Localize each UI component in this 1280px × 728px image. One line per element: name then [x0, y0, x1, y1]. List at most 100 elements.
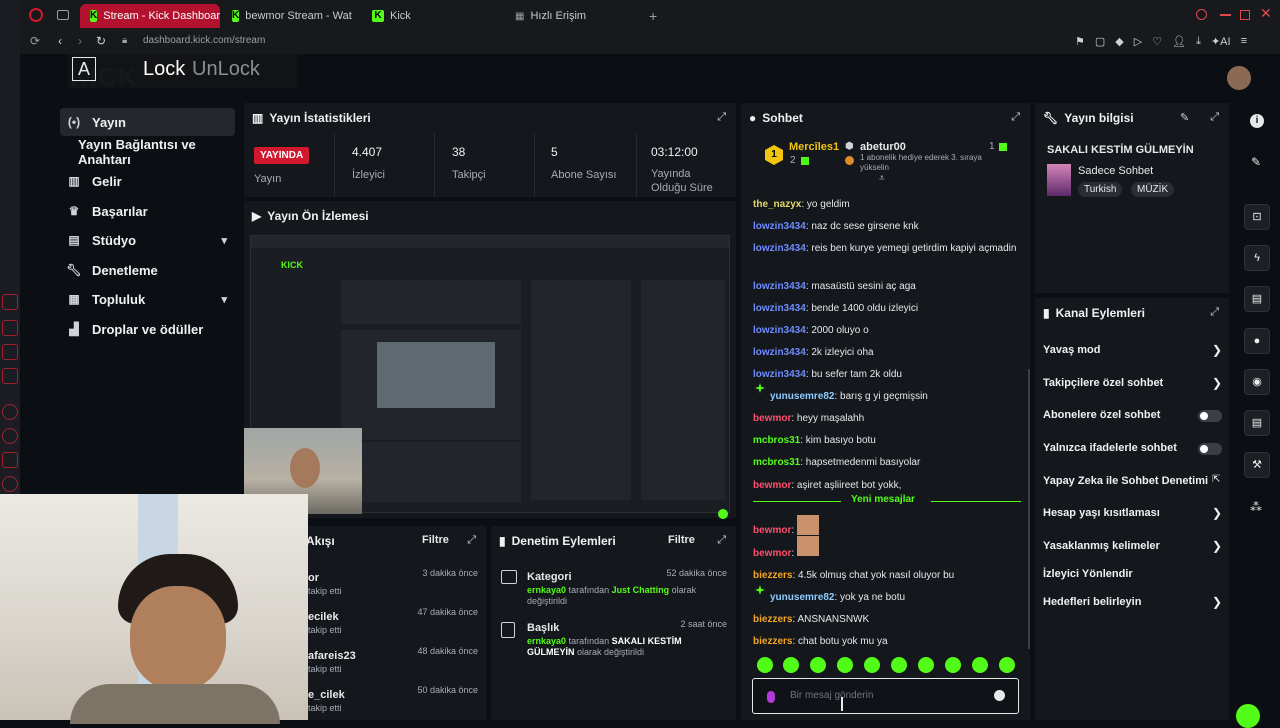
category-name[interactable]: Sadece Sohbet: [1078, 165, 1153, 177]
refresh-icon[interactable]: ↻: [96, 34, 106, 48]
reload-icon[interactable]: ⟳: [30, 34, 40, 48]
shield-icon[interactable]: ◆: [1115, 35, 1123, 48]
quick-emote-icon[interactable]: [810, 657, 826, 673]
play-icon[interactable]: ▷: [1134, 35, 1142, 48]
snapshot-icon[interactable]: ▢: [1095, 35, 1105, 48]
popout-icon[interactable]: ⤢: [1210, 111, 1219, 124]
popout-icon[interactable]: ⤢: [717, 111, 726, 124]
account-age-item[interactable]: Hesap yaşı kısıtlaması: [1043, 507, 1223, 519]
tab-kick[interactable]: K Kick: [362, 4, 502, 28]
activity-user[interactable]: e_cilek: [308, 689, 345, 701]
download-icon[interactable]: ⤓: [1196, 35, 1201, 48]
chat-username[interactable]: the_nazyx: [753, 199, 801, 210]
chat-username[interactable]: mcbros31: [753, 457, 800, 468]
tab-speed-dial[interactable]: ▦ Hızlı Erişim: [505, 4, 645, 28]
chat-username[interactable]: bewmor: [753, 413, 791, 424]
sidebar-app-icon[interactable]: [2, 404, 18, 420]
sidebar-item-denetleme[interactable]: 🔧︎ Denetleme: [60, 256, 235, 284]
tab-bewmor-stream[interactable]: K bewmor Stream - Wat: [222, 4, 358, 28]
emotes-only-item[interactable]: Yalnızca ifadelerle sohbet: [1043, 442, 1223, 454]
chat-username[interactable]: bewmor: [753, 548, 791, 559]
microphone-icon[interactable]: [767, 691, 775, 703]
activity-user[interactable]: ecilek: [308, 611, 339, 623]
moderation-actor[interactable]: ernkaya0: [527, 585, 566, 595]
raid-item[interactable]: İzleyici Yönlendir: [1043, 568, 1223, 580]
chat-username[interactable]: lowzin3434: [753, 325, 806, 336]
info-icon[interactable]: i: [1250, 114, 1264, 128]
rail-nodes-icon[interactable]: ⁂: [1250, 500, 1262, 514]
chat-scrollbar[interactable]: [1028, 369, 1030, 649]
chat-username[interactable]: lowzin3434: [753, 243, 806, 254]
opera-logo-icon[interactable]: [29, 8, 43, 22]
chat-username[interactable]: lowzin3434: [753, 221, 806, 232]
sidebar-app-icon[interactable]: [2, 294, 18, 310]
search-tabs-icon[interactable]: [1196, 9, 1207, 20]
goals-item[interactable]: Hedefleri belirleyin: [1043, 596, 1223, 608]
new-tab-button[interactable]: +: [649, 8, 657, 24]
filter-button[interactable]: Filtre: [422, 534, 449, 546]
chevron-right-icon[interactable]: ❯: [1212, 539, 1222, 553]
external-link-icon[interactable]: ⇱: [1212, 474, 1220, 485]
settings-icon[interactable]: [2, 476, 18, 492]
popout-icon[interactable]: ⤢: [717, 534, 726, 547]
ai-icon[interactable]: ✦AI: [1211, 35, 1231, 48]
edit-icon[interactable]: ✎: [1180, 111, 1189, 124]
chat-username[interactable]: biezzers: [753, 636, 792, 647]
popout-icon[interactable]: ⤢: [1011, 111, 1020, 124]
sidebar-app-icon[interactable]: [2, 320, 18, 336]
tab-overview-icon[interactable]: [57, 10, 69, 20]
sidebar-item-studyo[interactable]: ▤ Stüdyo ▾: [60, 226, 235, 254]
activity-user[interactable]: afareis23: [308, 650, 356, 662]
forward-icon[interactable]: ›: [78, 34, 82, 48]
rail-broadcast-icon[interactable]: ◉: [1244, 369, 1270, 395]
chat-username[interactable]: lowzin3434: [753, 369, 806, 380]
close-window-button[interactable]: ✕: [1260, 5, 1272, 22]
avatar[interactable]: [1227, 66, 1251, 90]
rail-list-icon[interactable]: ▤: [1244, 410, 1270, 436]
chat-username[interactable]: lowzin3434: [753, 281, 806, 292]
sidebar-item-droplar[interactable]: ▟ Droplar ve ödüller: [60, 315, 235, 343]
profile-icon[interactable]: 👤︎: [1172, 35, 1186, 48]
emotes-only-toggle[interactable]: [1198, 443, 1222, 455]
new-messages-divider[interactable]: Yeni mesajlar: [753, 494, 1021, 508]
help-bubble-icon[interactable]: [1236, 704, 1260, 728]
slow-mode-item[interactable]: Yavaş mod: [1043, 344, 1223, 356]
quick-emote-icon[interactable]: [891, 657, 907, 673]
edit-layout-icon[interactable]: ✎: [1251, 155, 1261, 169]
quick-emote-icon[interactable]: [918, 657, 934, 673]
quick-emote-icon[interactable]: [972, 657, 988, 673]
rail-chat-icon[interactable]: ●: [1244, 328, 1270, 354]
chat-username[interactable]: biezzers: [753, 614, 792, 625]
top-gifter-name[interactable]: abetur00: [860, 141, 906, 153]
top-gifter-name[interactable]: Mercîles1: [789, 141, 839, 153]
chat-input[interactable]: Bir mesaj gönderin: [752, 678, 1019, 714]
chevron-right-icon[interactable]: ❯: [1212, 376, 1222, 390]
lock-icon[interactable]: 🔒︎: [122, 35, 127, 46]
ai-moderation-item[interactable]: Yapay Zeka ile Sohbet Denetimi: [1043, 475, 1223, 487]
chevron-right-icon[interactable]: ❯: [1212, 506, 1222, 520]
popout-icon[interactable]: ⤢: [1210, 306, 1219, 319]
chat-username[interactable]: bewmor: [753, 525, 791, 536]
chat-username[interactable]: yunusemre82: [770, 391, 834, 402]
rail-document-icon[interactable]: ▤: [1244, 286, 1270, 312]
history-icon[interactable]: [2, 428, 18, 444]
minimize-button[interactable]: [1220, 14, 1231, 16]
followers-only-item[interactable]: Takipçilere özel sohbet: [1043, 377, 1223, 389]
sidebar-app-icon[interactable]: [2, 452, 18, 468]
chat-username[interactable]: mcbros31: [753, 435, 800, 446]
chat-username[interactable]: biezzers: [753, 570, 792, 581]
back-icon[interactable]: ‹: [58, 34, 62, 48]
sidebar-item-gelir[interactable]: ▥ Gelir: [60, 167, 235, 195]
heart-icon[interactable]: ♡: [1152, 35, 1162, 48]
chat-username[interactable]: bewmor: [753, 480, 791, 491]
emoji-icon[interactable]: [994, 690, 1005, 701]
banned-words-item[interactable]: Yasaklanmış kelimeler: [1043, 540, 1223, 552]
quick-emote-icon[interactable]: [864, 657, 880, 673]
quick-emote-icon[interactable]: [783, 657, 799, 673]
quick-emote-icon[interactable]: [837, 657, 853, 673]
tag[interactable]: MÜZİK: [1131, 182, 1175, 197]
moderation-actor[interactable]: ernkaya0: [527, 636, 566, 646]
maximize-button[interactable]: [1240, 10, 1250, 20]
rail-lightning-icon[interactable]: ϟ: [1244, 245, 1270, 271]
quick-emote-icon[interactable]: [757, 657, 773, 673]
